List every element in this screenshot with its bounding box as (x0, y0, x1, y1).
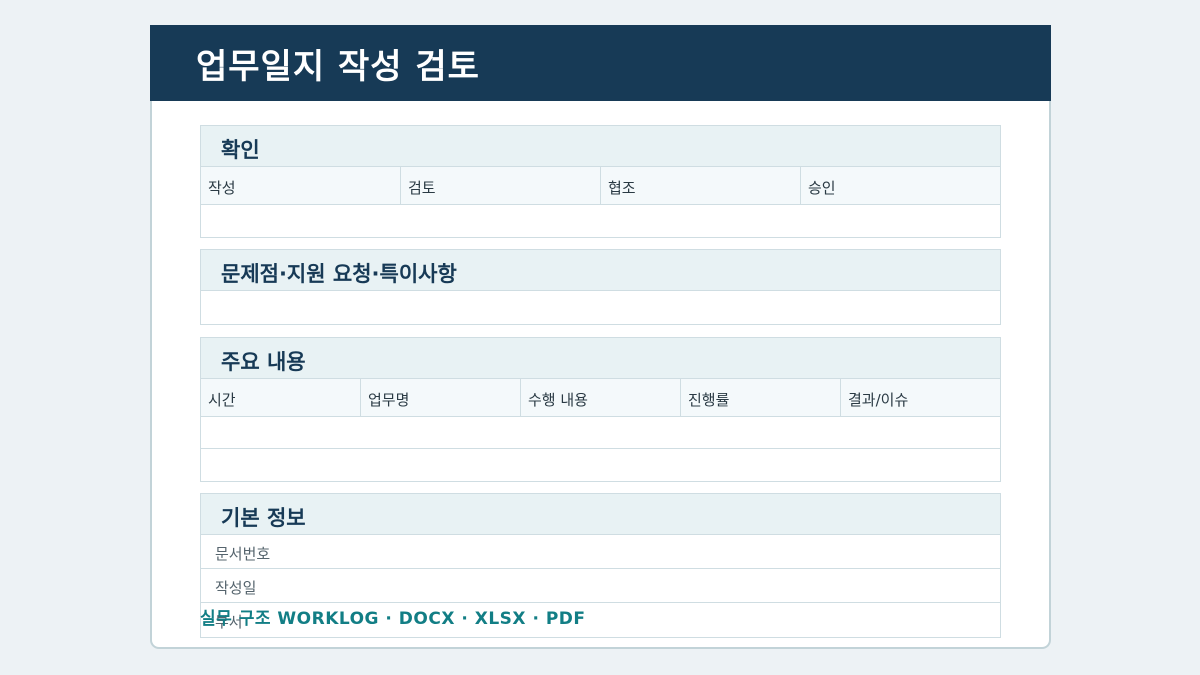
main-column-time: 시간 (201, 379, 361, 416)
main-empty-row (201, 417, 1000, 449)
main-content-section: 주요 내용 시간 업무명 수행 내용 진행률 결과/이슈 (200, 337, 1001, 482)
main-content-section-title: 주요 내용 (221, 350, 306, 374)
issues-section-header: 문제점·지원 요청·특이사항 (201, 250, 1000, 291)
main-content-columns: 시간 업무명 수행 내용 진행률 결과/이슈 (201, 379, 1000, 417)
issues-section: 문제점·지원 요청·특이사항 (200, 249, 1001, 325)
main-column-result: 결과/이슈 (848, 391, 909, 409)
approval-section: 확인 작성 검토 협조 승인 (200, 125, 1001, 238)
field-date-written: 작성일 (201, 569, 1000, 603)
approval-section-title: 확인 (221, 138, 260, 162)
approval-column-author: 작성 (201, 167, 401, 204)
main-empty-row (201, 449, 1000, 481)
field-document-number: 문서번호 (201, 535, 1000, 569)
approval-empty-row (201, 205, 1000, 237)
main-content-section-header: 주요 내용 (201, 338, 1000, 379)
page-header: 업무일지 작성 검토 (150, 25, 1051, 101)
format-footer: 실무 구조 WORKLOG · DOCX · XLSX · PDF (200, 609, 586, 629)
main-column-progress: 진행률 (681, 379, 841, 416)
approval-column-approve: 승인 (808, 179, 836, 197)
main-column-task-name: 업무명 (361, 379, 521, 416)
approval-columns: 작성 검토 협조 승인 (201, 167, 1000, 205)
issues-empty-row (201, 291, 1000, 324)
page-title: 업무일지 작성 검토 (196, 47, 480, 87)
issues-section-title: 문제점·지원 요청·특이사항 (221, 262, 457, 286)
approval-column-review: 검토 (401, 167, 601, 204)
approval-column-cooperation: 협조 (601, 167, 801, 204)
basic-info-section-header: 기본 정보 (201, 494, 1000, 535)
approval-section-header: 확인 (201, 126, 1000, 167)
basic-info-section-title: 기본 정보 (221, 506, 306, 530)
main-column-details: 수행 내용 (521, 379, 681, 416)
